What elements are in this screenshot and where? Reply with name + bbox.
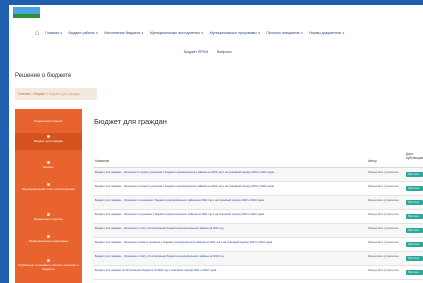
main-title: Бюджет для граждан xyxy=(94,117,167,126)
sidebar-item-label: Бюджетные проекты xyxy=(34,217,63,221)
table-row[interactable]: Бюджет для граждан – брошюра по проекту … xyxy=(93,182,423,196)
document-author: Финансовое управление xyxy=(368,199,399,202)
status-badge: Прочтено xyxy=(406,242,423,247)
table-header: Название Автор Дата публикации xyxy=(93,150,423,168)
table-row[interactable]: Бюджет для граждан – брошюра к отчёту об… xyxy=(93,224,423,238)
sidebar-item-citizens[interactable]: Бюджет для граждан xyxy=(15,133,82,150)
document-author: Финансовое управление xyxy=(368,213,399,216)
document-author: Финансовое управление xyxy=(368,227,399,230)
breadcrumb-home[interactable]: Главная xyxy=(18,92,30,96)
bullet-icon xyxy=(47,183,50,186)
table-body: Бюджет для граждан – брошюра по проекту … xyxy=(93,168,423,280)
document-author: Финансовое управление xyxy=(368,255,399,258)
document-title-link[interactable]: Бюджет для граждан – брошюра по проекту … xyxy=(95,185,365,189)
sidebar-item-projects[interactable]: Бюджетные проекты xyxy=(15,211,82,225)
sidebar-item-label: Муниципальный отчёт об исполнении xyxy=(22,187,75,191)
breadcrumb: Главная » Бюджет » Бюджет для граждан xyxy=(15,88,97,100)
status-badge: Прочтено xyxy=(406,214,423,219)
status-badge: Прочтено xyxy=(406,172,423,177)
breadcrumb-current: Бюджет для граждан xyxy=(48,92,80,96)
document-title-link[interactable]: Бюджет для граждан – брошюра по решению … xyxy=(95,213,365,217)
sidebar-item-programs[interactable]: Муниципальные программы xyxy=(15,233,82,251)
nav-item-budget[interactable]: Бюджет района ∨ xyxy=(69,31,99,35)
document-title-link[interactable]: Бюджет для граждан – брошюра к отчёту об… xyxy=(95,227,365,231)
status-badge: Прочтено xyxy=(406,228,423,233)
status-badge: Прочтено xyxy=(406,186,423,191)
nav-item-initiatives[interactable]: Проекты инициатив ∨ xyxy=(266,31,303,35)
nav-item-main[interactable]: Главная ∨ xyxy=(45,31,62,35)
bullet-icon xyxy=(47,161,50,164)
document-author: Финансовое управление xyxy=(368,171,399,174)
home-icon[interactable]: ⌂ xyxy=(35,30,39,37)
nav-row-primary: ⌂ Главная ∨ Бюджет района ∨ Исполнение б… xyxy=(35,30,350,37)
column-header-date[interactable]: Дата публикации xyxy=(406,152,423,160)
sidebar-item-label: Бюджетный процесс xyxy=(34,119,63,123)
sidebar-item-label: Публичные слушания о проекте решения о б… xyxy=(18,263,79,271)
document-author: Финансовое управление xyxy=(368,185,399,188)
sidebar: Бюджетный процесс Бюджет для граждан Бюд… xyxy=(15,109,82,283)
document-title-link[interactable]: Бюджет для граждан – брошюра к отчёту об… xyxy=(95,255,365,259)
nav-item-instruments[interactable]: Муниципальные инструменты ∨ xyxy=(150,31,204,35)
bullet-icon xyxy=(47,259,50,262)
document-author: Финансовое управление xyxy=(368,241,399,244)
sidebar-item-hearings[interactable]: Публичные слушания о проекте решения о б… xyxy=(15,257,82,281)
nav-item-questions[interactable]: Вопросы xyxy=(217,50,232,54)
table-row[interactable]: Бюджет для граждан по Исполнению бюджета… xyxy=(93,266,423,280)
bullet-icon xyxy=(47,135,50,138)
status-badge: Прочтено xyxy=(406,270,423,275)
documents-table: Название Автор Дата публикации Бюджет дл… xyxy=(93,150,423,280)
nav-item-documents[interactable]: Нормы документов ∨ xyxy=(309,31,345,35)
breadcrumb-budget[interactable]: Бюджет xyxy=(34,92,46,96)
column-header-author[interactable]: Автор xyxy=(368,159,377,163)
sidebar-item-label: Бюджет для граждан xyxy=(33,139,64,143)
table-row[interactable]: Бюджет для граждан – брошюра к проекту р… xyxy=(93,238,423,252)
sidebar-item-budget[interactable]: Бюджет xyxy=(15,159,82,173)
document-title-link[interactable]: Бюджет для граждан по Исполнению бюджета… xyxy=(95,269,365,273)
site-logo[interactable] xyxy=(13,7,40,18)
table-row[interactable]: Бюджет для граждан – брошюра по проекту … xyxy=(93,168,423,182)
sidebar-item-process[interactable]: Бюджетный процесс xyxy=(15,114,82,128)
document-title-link[interactable]: Бюджет для граждан – брошюра к проекту р… xyxy=(95,241,365,245)
table-row[interactable]: Бюджет для граждан – брошюра по решению … xyxy=(93,210,423,224)
page-title: Решение о бюджете xyxy=(15,73,72,79)
column-header-title[interactable]: Название xyxy=(95,159,109,163)
nav-item-execution[interactable]: Исполнение бюджета ∨ xyxy=(104,31,144,35)
sidebar-item-report[interactable]: Муниципальный отчёт об исполнении xyxy=(15,181,82,203)
sidebar-item-label: Бюджет xyxy=(43,165,54,169)
page: ⌂ Главная ∨ Бюджет района ∨ Исполнение б… xyxy=(9,5,423,283)
document-author: Финансовое управление xyxy=(368,269,399,272)
sidebar-item-label: Муниципальные программы xyxy=(28,239,69,243)
top-navigation: ⌂ Главная ∨ Бюджет района ∨ Исполнение б… xyxy=(9,21,423,65)
status-badge: Прочтено xyxy=(406,200,423,205)
nav-item-programs[interactable]: Муниципальные программы ∨ xyxy=(210,31,261,35)
status-badge: Прочтено xyxy=(406,256,423,261)
nav-row-secondary: Бюджет ЛРОИ Вопросы xyxy=(184,50,240,54)
bullet-icon xyxy=(47,235,50,238)
nav-item-lroi[interactable]: Бюджет ЛРОИ xyxy=(184,50,208,54)
document-title-link[interactable]: Бюджет для граждан – брошюра по решению … xyxy=(95,199,365,203)
table-row[interactable]: Бюджет для граждан – брошюра к отчёту об… xyxy=(93,252,423,266)
document-title-link[interactable]: Бюджет для граждан – брошюра по проекту … xyxy=(95,171,365,175)
table-row[interactable]: Бюджет для граждан – брошюра по решению … xyxy=(93,196,423,210)
bullet-icon xyxy=(47,213,50,216)
